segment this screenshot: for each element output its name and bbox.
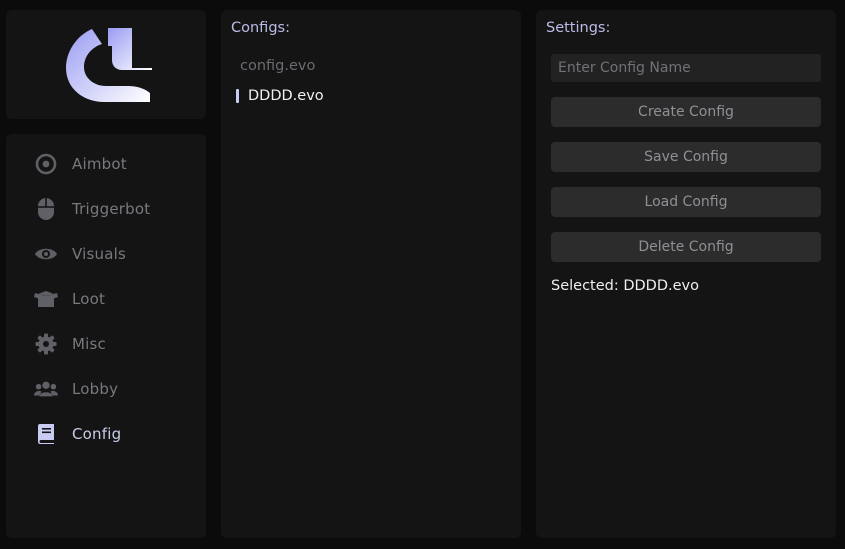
selected-config-label: Selected: DDDD.evo xyxy=(551,278,699,294)
sidebar-item-triggerbot[interactable]: Triggerbot xyxy=(34,194,194,224)
delete-config-button[interactable]: Delete Config xyxy=(551,232,821,262)
sidebar-item-lobby[interactable]: Lobby xyxy=(34,374,194,404)
book-icon xyxy=(34,422,58,446)
sidebar-item-visuals[interactable]: Visuals xyxy=(34,239,194,269)
sidebar-item-aimbot[interactable]: Aimbot xyxy=(34,149,194,179)
load-config-button[interactable]: Load Config xyxy=(551,187,821,217)
save-config-button[interactable]: Save Config xyxy=(551,142,821,172)
config-list-item[interactable]: config.evo xyxy=(240,58,315,74)
sidebar-item-label: Misc xyxy=(72,335,106,353)
config-list-item-selected[interactable]: DDDD.evo xyxy=(248,88,324,104)
sidebar-item-label: Visuals xyxy=(72,245,126,263)
sidebar-item-loot[interactable]: Loot xyxy=(34,284,194,314)
logo-panel xyxy=(6,10,206,119)
sidebar-item-label: Lobby xyxy=(72,380,119,398)
create-config-button[interactable]: Create Config xyxy=(551,97,821,127)
config-name-input[interactable] xyxy=(551,54,821,82)
sidebar-item-label: Aimbot xyxy=(72,155,127,173)
sidebar-nav: Aimbot Triggerbot Visuals Loot Misc Lobb… xyxy=(6,134,206,538)
mouse-icon xyxy=(34,197,58,221)
logo-icon xyxy=(66,28,152,102)
sidebar-item-label: Config xyxy=(72,425,122,443)
eye-icon xyxy=(34,242,58,266)
configs-title: Configs: xyxy=(231,20,290,36)
configs-panel: Configs: config.evo DDDD.evo xyxy=(221,10,521,538)
sidebar-item-config[interactable]: Config xyxy=(34,419,194,449)
settings-panel: Settings: Create Config Save Config Load… xyxy=(536,10,836,538)
target-icon xyxy=(34,152,58,176)
sidebar-item-label: Triggerbot xyxy=(72,200,151,218)
settings-title: Settings: xyxy=(546,20,611,36)
gear-icon xyxy=(34,332,58,356)
users-icon xyxy=(34,377,58,401)
sidebar-item-misc[interactable]: Misc xyxy=(34,329,194,359)
sidebar-item-label: Loot xyxy=(72,290,106,308)
selection-indicator xyxy=(236,89,239,103)
box-icon xyxy=(34,287,58,311)
